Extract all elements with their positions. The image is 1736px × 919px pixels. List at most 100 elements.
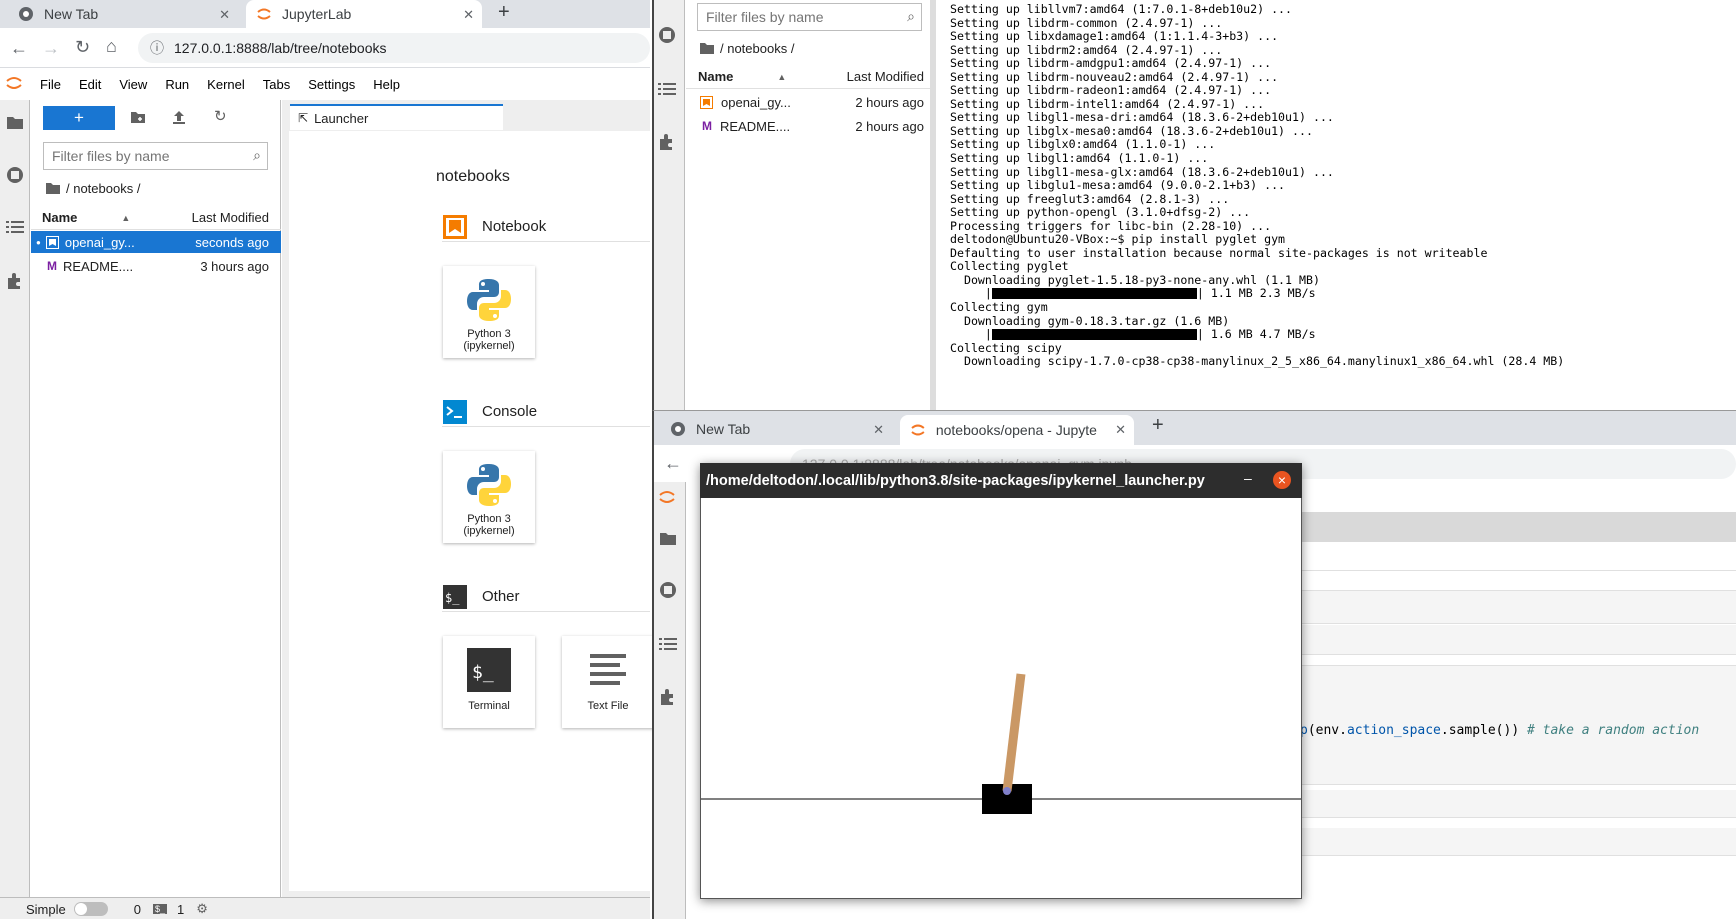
notebook-cell[interactable] — [1300, 590, 1736, 624]
running-icon[interactable] — [6, 166, 24, 184]
menu-view[interactable]: View — [119, 77, 147, 92]
new-tab-button-2[interactable]: + — [1152, 414, 1164, 437]
tab-label: New Tab — [44, 6, 99, 22]
simple-mode-toggle[interactable] — [73, 902, 108, 916]
toc-icon[interactable] — [6, 220, 24, 238]
jupyter-icon — [911, 424, 925, 436]
terminal-line: Setting up freeglut3:amd64 (2.8.1-3) ... — [950, 191, 1230, 206]
code-line: p(env.action_space.sample()) # take a ra… — [1300, 723, 1699, 738]
jupyter-logo — [6, 74, 22, 92]
notebook-cell[interactable] — [1300, 828, 1736, 856]
new-folder-icon[interactable] — [130, 110, 146, 124]
close-tab-icon[interactable]: ✕ — [1115, 422, 1126, 438]
modified-column-header[interactable]: Last Modified — [192, 210, 269, 225]
terminal-icon: $_ — [467, 648, 511, 692]
folder-icon — [46, 183, 60, 194]
code-attr: action_space — [1346, 723, 1441, 738]
file-name: openai_gy... — [721, 94, 791, 110]
close-tab-icon[interactable]: ✕ — [873, 422, 884, 438]
text-file-card[interactable]: Text File — [562, 636, 654, 728]
modified-column-header[interactable]: Last Modified — [847, 69, 924, 84]
toc-icon[interactable] — [658, 82, 676, 96]
right-window-sidebar — [652, 0, 685, 410]
info-icon: ⓘ — [150, 40, 164, 56]
refresh-icon[interactable]: ↻ — [214, 107, 227, 125]
svg-text:$_: $_ — [445, 591, 460, 605]
minimize-button[interactable]: – — [1244, 470, 1252, 486]
text-file-icon — [590, 654, 626, 685]
home-icon[interactable]: ⌂ — [106, 36, 117, 57]
forward-icon[interactable]: → — [42, 38, 60, 59]
filter-files-input[interactable]: Filter files by name ⌕ — [43, 142, 268, 170]
extension-icon[interactable] — [6, 272, 24, 290]
file-row-readme-2[interactable]: M README.... 2 hours ago — [686, 115, 930, 137]
extension-icon[interactable] — [659, 688, 677, 706]
reload-icon[interactable]: ↻ — [75, 37, 90, 58]
search-icon: ⌕ — [253, 147, 261, 163]
name-column-header[interactable]: Name — [698, 69, 733, 84]
new-tab-button[interactable]: + — [498, 1, 510, 24]
running-icon[interactable] — [658, 26, 676, 44]
search-icon: ⌕ — [907, 8, 915, 24]
terminal-line: Collecting scipy — [950, 340, 1062, 355]
tab2-notebook[interactable]: notebooks/opena - Jupyte ✕ — [900, 415, 1134, 445]
python3-console-card[interactable]: Python 3 (ipykernel) — [443, 451, 535, 543]
kernel-count: 0 — [133, 901, 141, 917]
name-column-header[interactable]: Name — [42, 210, 77, 225]
settings-status-icon[interactable]: ⚙ — [196, 901, 208, 917]
close-tab-icon[interactable]: ✕ — [463, 7, 474, 23]
markdown-icon: M — [702, 119, 712, 133]
status-content: Simple 0 $_ 1 ⚙ — [26, 900, 208, 918]
file-row-openai[interactable]: ● openai_gy... seconds ago — [31, 231, 281, 253]
terminal-line: Processing triggers for libc-bin (2.28-1… — [950, 218, 1272, 233]
folder-icon[interactable] — [6, 114, 24, 132]
tab-jupyterlab[interactable]: JupyterLab ✕ — [246, 0, 482, 28]
menu-settings[interactable]: Settings — [308, 77, 355, 92]
tab-label: JupyterLab — [282, 6, 352, 22]
file-row-openai-2[interactable]: openai_gy... 2 hours ago — [686, 91, 930, 113]
menu-tabs[interactable]: Tabs — [263, 77, 290, 92]
terminal-line: Downloading gym-0.18.3.tar.gz (1.6 MB) — [950, 313, 1230, 328]
terminal-line: Downloading pyglet-1.5.18-py3-none-any.w… — [950, 272, 1320, 287]
file-modified: 3 hours ago — [200, 258, 269, 274]
breadcrumb-2[interactable]: / notebooks / — [700, 39, 794, 57]
back-icon[interactable]: ← — [10, 38, 28, 59]
menu-run[interactable]: Run — [165, 77, 189, 92]
menu-kernel[interactable]: Kernel — [207, 77, 245, 92]
python3-notebook-card[interactable]: Python 3 (ipykernel) — [443, 266, 535, 358]
terminal-card[interactable]: $_ Terminal — [443, 636, 535, 728]
tab2-new-tab[interactable]: New Tab ✕ — [660, 415, 892, 443]
tab-new-tab[interactable]: New Tab ✕ — [8, 0, 238, 28]
notebook-cell-line — [1300, 570, 1736, 571]
folder-icon[interactable] — [659, 530, 677, 546]
tab-label: New Tab — [696, 421, 751, 437]
filter-files-input-2[interactable]: Filter files by name ⌕ — [697, 3, 922, 31]
tab-launcher[interactable]: ⇱ Launcher — [290, 104, 503, 130]
running-icon[interactable] — [659, 581, 677, 599]
terminal-output[interactable]: Setting up libllvm7:amd64 (1:7.0.1-8+deb… — [942, 3, 1736, 410]
breadcrumb[interactable]: / notebooks / — [46, 179, 140, 197]
gym-window-titlebar[interactable]: /home/deltodon/.local/lib/python3.8/site… — [700, 463, 1302, 498]
menu-help[interactable]: Help — [373, 77, 400, 92]
section-title: Console — [482, 403, 538, 420]
progress-bar — [991, 288, 1197, 300]
upload-icon[interactable] — [172, 109, 186, 125]
notebook-cell[interactable] — [1300, 625, 1736, 655]
terminal-line: Setting up libgl1-mesa-glx:amd64 (18.3.6… — [950, 164, 1334, 179]
terminal-line: Collecting gym — [950, 300, 1048, 315]
menu-file[interactable]: File — [40, 77, 61, 92]
close-tab-icon[interactable]: ✕ — [219, 7, 230, 23]
file-row-readme[interactable]: M README.... 3 hours ago — [31, 255, 281, 277]
launcher-tab-label: Launcher — [314, 110, 369, 126]
back-icon[interactable]: ← — [664, 453, 682, 474]
new-launcher-button[interactable]: + — [43, 106, 115, 130]
notebook-cell[interactable] — [1300, 790, 1736, 818]
close-window-button[interactable]: × — [1273, 471, 1291, 489]
address-bar[interactable]: ⓘ 127.0.0.1:8888/lab/tree/notebooks — [138, 33, 650, 63]
progress-text: | 1.6 MB 4.7 MB/s — [1196, 327, 1316, 342]
toc-icon[interactable] — [659, 637, 677, 651]
chrome-icon — [671, 422, 685, 436]
extension-icon[interactable] — [658, 133, 676, 151]
menu-edit[interactable]: Edit — [79, 77, 101, 92]
section-other: $_ Other — [442, 582, 650, 612]
